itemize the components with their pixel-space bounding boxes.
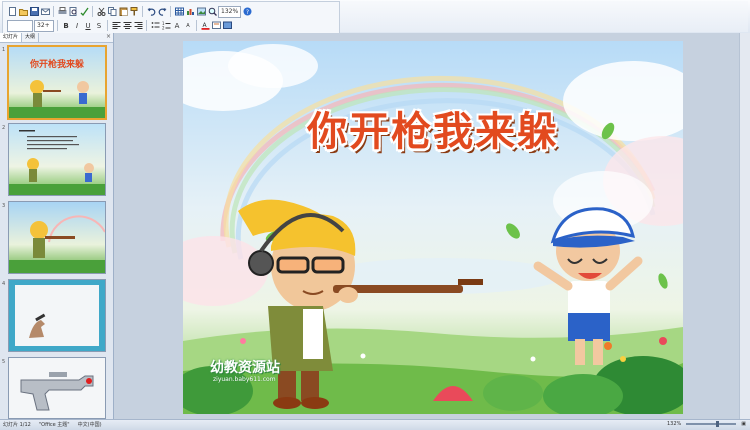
slide-number: 4 [2, 281, 6, 287]
cut-icon[interactable] [96, 7, 106, 17]
zoom-slider[interactable] [686, 421, 737, 427]
close-icon[interactable]: × [106, 33, 111, 40]
chart-icon[interactable] [185, 7, 195, 17]
email-icon[interactable] [40, 7, 50, 17]
svg-text:?: ? [246, 9, 249, 16]
watermark-url: ziyuan.baby611.com [213, 376, 276, 383]
zoom-icon[interactable] [207, 7, 217, 17]
decrease-font-icon[interactable]: A [183, 21, 193, 31]
slide-thumbnail-image: 你开枪我来躲 [9, 47, 105, 118]
copy-icon[interactable] [107, 7, 117, 17]
theme-name: "Office 主题" [38, 422, 70, 428]
toolbar-separator [146, 20, 147, 31]
insert-picture-icon[interactable] [196, 7, 206, 17]
new-icon[interactable] [7, 7, 17, 17]
slide-number: 3 [2, 203, 6, 209]
bold-icon[interactable]: B [61, 21, 71, 31]
font-size-combo[interactable]: 32+ [34, 19, 54, 32]
toolbar: 132% ? 32+ B I U S 12 A A A [0, 0, 750, 34]
bullets-icon[interactable] [150, 21, 160, 31]
slide-thumbnail-image [9, 358, 105, 418]
tab-outline[interactable]: 大纲 [22, 33, 40, 42]
slide-thumbnail-3[interactable] [8, 201, 106, 274]
open-icon[interactable] [18, 7, 28, 17]
new-slide-icon[interactable] [211, 21, 221, 31]
panel-tabs: 幻灯片 大纲 × [0, 33, 113, 43]
toolbar-separator [53, 6, 54, 17]
table-icon[interactable] [174, 7, 184, 17]
slide-number: 5 [2, 359, 6, 365]
zoom-slider-knob[interactable] [716, 421, 720, 427]
slide-thumbnail-1[interactable]: 你开枪我来躲 [7, 45, 107, 120]
font-color-icon[interactable]: A [200, 21, 210, 31]
svg-text:2: 2 [162, 26, 165, 31]
underline-icon[interactable]: U [83, 21, 93, 31]
slide-thumbnail-2[interactable] [8, 123, 106, 196]
slides-panel: 幻灯片 大纲 × 1 你开枪我来躲 2 3 4 5 [0, 33, 114, 419]
toolbar-separator [92, 6, 93, 17]
paste-icon[interactable] [118, 7, 128, 17]
svg-text:你开枪我来躲: 你开枪我来躲 [29, 58, 84, 70]
svg-text:A: A [202, 22, 207, 29]
numbering-icon[interactable]: 12 [161, 21, 171, 31]
toolbar-empty-area [340, 1, 748, 32]
toolbar-separator [142, 6, 143, 17]
slide-indicator: 幻灯片 1/12 [3, 422, 31, 428]
slide-thumbnail-5[interactable] [8, 357, 106, 419]
slide-thumbnail-image [9, 202, 105, 273]
main-slide[interactable]: 你开枪我来躲 幼教资源站 ziyuan.baby611.com [183, 41, 683, 414]
watermark-logo-text: 幼教资源站 [210, 360, 280, 376]
zoom-combo[interactable]: 132% [218, 5, 242, 18]
align-center-icon[interactable] [122, 21, 132, 31]
toolbar-row-formatting: 32+ B I U S 12 A A A [7, 19, 232, 32]
slide-thumbnail-image [9, 124, 105, 195]
format-painter-icon[interactable] [129, 7, 139, 17]
slide-title[interactable]: 你开枪我来躲 [183, 99, 683, 157]
italic-icon[interactable]: I [72, 21, 82, 31]
toolbar-separator [196, 20, 197, 31]
toolbar-separator [57, 20, 58, 31]
spell-icon[interactable] [79, 7, 89, 17]
slide-thumbnail-4[interactable] [8, 279, 106, 352]
status-bar: 幻灯片 1/12 "Office 主题" 中文(中国) 132% ▣ [0, 419, 750, 430]
fit-slide-icon[interactable]: ▣ [741, 421, 746, 427]
font-name-combo[interactable] [7, 19, 33, 32]
shadow-icon[interactable]: S [94, 21, 104, 31]
save-icon[interactable] [29, 7, 39, 17]
align-left-icon[interactable] [111, 21, 121, 31]
print-icon[interactable] [57, 7, 67, 17]
language-indicator[interactable]: 中文(中国) [78, 421, 102, 428]
redo-icon[interactable] [157, 7, 167, 17]
zoom-level[interactable]: 132% [667, 421, 681, 427]
tab-slides[interactable]: 幻灯片 [0, 33, 23, 42]
standard-toolbar: 132% ? 32+ B I U S 12 A A A [2, 1, 340, 34]
toolbar-row-standard: 132% ? [7, 5, 252, 18]
preview-icon[interactable] [68, 7, 78, 17]
toolbar-separator [170, 6, 171, 17]
undo-icon[interactable] [146, 7, 156, 17]
slide-number: 2 [2, 125, 6, 131]
vertical-scrollbar[interactable] [739, 33, 750, 419]
align-right-icon[interactable] [133, 21, 143, 31]
design-icon[interactable] [222, 21, 232, 31]
toolbar-separator [107, 20, 108, 31]
slide-number: 1 [2, 47, 6, 53]
help-icon[interactable]: ? [242, 7, 252, 17]
slide-thumbnail-image [9, 280, 105, 351]
increase-font-icon[interactable]: A [172, 21, 182, 31]
